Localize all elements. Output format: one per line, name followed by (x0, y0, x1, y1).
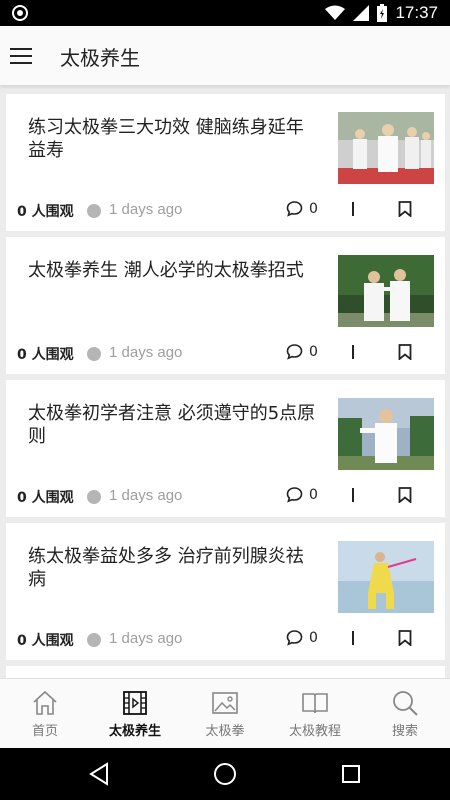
comment-button[interactable]: 0 (286, 343, 318, 360)
system-navigation-bar (0, 748, 450, 800)
timestamp: 1 days ago (109, 344, 183, 361)
bookmark-icon (398, 487, 412, 504)
nav-item-search[interactable]: 搜索 (360, 679, 450, 748)
comment-count: 0 (309, 486, 318, 503)
search-icon (393, 691, 418, 716)
app-bar: 太极养生 (0, 26, 450, 86)
divider (352, 202, 354, 216)
comment-icon (286, 487, 303, 503)
bookmark-icon (398, 344, 412, 361)
article-card-partial[interactable] (6, 666, 445, 678)
nav-item-taichi-health[interactable]: 太极养生 (90, 679, 180, 748)
article-card[interactable]: 太极拳养生 潮人必学的太极拳招式 0 人围观 1 days ago 0 (6, 237, 445, 374)
article-thumbnail[interactable] (338, 112, 434, 184)
nav-label: 太极拳 (205, 724, 245, 739)
article-card[interactable]: 太极拳初学者注意 必须遵守的5点原则 0 人围观 1 days ago 0 (6, 380, 445, 517)
article-meta: 0 人围观 1 days ago 0 (6, 201, 445, 221)
article-thumbnail[interactable] (338, 541, 434, 613)
article-thumbnail[interactable] (338, 398, 434, 470)
nav-item-home[interactable]: 首页 (0, 679, 90, 748)
timestamp: 1 days ago (109, 201, 183, 218)
avatar-dot (87, 204, 101, 218)
comment-count: 0 (309, 629, 318, 646)
avatar-dot (87, 347, 101, 361)
divider (352, 488, 354, 502)
taichi-sword-photo (338, 541, 434, 613)
article-feed[interactable]: 练习太极拳三大功效 健脑练身延年益寿 0 人围观 1 days ago 0 太极… (0, 86, 450, 678)
nav-item-taichi-tutorial[interactable]: 太极教程 (270, 679, 360, 748)
article-meta: 0 人围观 1 days ago 0 (6, 487, 445, 507)
view-count: 0 人围观 (17, 204, 74, 220)
recents-icon[interactable] (341, 762, 361, 786)
view-count: 0 人围观 (17, 347, 74, 363)
nav-item-taichi-quan[interactable]: 太极拳 (180, 679, 270, 748)
comment-button[interactable]: 0 (286, 629, 318, 646)
article-card[interactable]: 练习太极拳三大功效 健脑练身延年益寿 0 人围观 1 days ago 0 (6, 94, 445, 231)
timestamp: 1 days ago (109, 630, 183, 647)
article-title[interactable]: 太极拳初学者注意 必须遵守的5点原则 (28, 402, 320, 448)
avatar-dot (87, 633, 101, 647)
bookmark-button[interactable] (398, 201, 412, 221)
battery-icon (377, 4, 388, 22)
comment-icon (286, 344, 303, 360)
book-icon (302, 693, 328, 714)
comment-count: 0 (309, 200, 318, 217)
view-count: 0 人围观 (17, 633, 74, 649)
menu-button[interactable] (10, 44, 34, 68)
article-meta: 0 人围观 1 days ago 0 (6, 630, 445, 650)
divider (352, 345, 354, 359)
nav-label: 搜索 (391, 724, 418, 739)
article-thumbnail[interactable] (338, 255, 434, 327)
article-meta: 0 人围观 1 days ago 0 (6, 344, 445, 364)
bookmark-icon (398, 630, 412, 647)
timestamp: 1 days ago (109, 487, 183, 504)
notification-icon (12, 5, 28, 21)
article-title[interactable]: 太极拳养生 潮人必学的太极拳招式 (28, 259, 320, 282)
comment-icon (286, 201, 303, 217)
page-title: 太极养生 (60, 46, 140, 70)
nav-label: 首页 (31, 724, 58, 739)
comment-button[interactable]: 0 (286, 200, 318, 217)
film-icon (123, 691, 147, 715)
taichi-pair-photo (338, 255, 434, 327)
home-circle-icon[interactable] (213, 762, 237, 786)
bookmark-icon (398, 201, 412, 218)
bottom-navigation: 首页 太极养生 太极拳 太极教程 搜索 (0, 678, 450, 748)
article-title[interactable]: 练太极拳益处多多 治疗前列腺炎祛病 (28, 545, 320, 591)
nav-label: 太极养生 (108, 724, 161, 739)
view-count: 0 人围观 (17, 490, 74, 506)
article-title[interactable]: 练习太极拳三大功效 健脑练身延年益寿 (28, 116, 320, 162)
comment-count: 0 (309, 343, 318, 360)
status-time: 17:37 (395, 3, 438, 22)
wifi-icon (325, 5, 346, 20)
article-card[interactable]: 练太极拳益处多多 治疗前列腺炎祛病 0 人围观 1 days ago 0 (6, 523, 445, 660)
status-icons: 17:37 (325, 3, 438, 23)
taichi-master-photo (338, 398, 434, 470)
bookmark-button[interactable] (398, 344, 412, 364)
taichi-group-photo (338, 112, 434, 184)
divider (352, 631, 354, 645)
signal-icon (353, 5, 370, 21)
avatar-dot (87, 490, 101, 504)
comment-button[interactable]: 0 (286, 486, 318, 503)
image-icon (212, 692, 238, 714)
back-icon[interactable] (88, 762, 110, 786)
nav-label: 太极教程 (288, 724, 341, 739)
home-icon (33, 690, 57, 715)
bookmark-button[interactable] (398, 487, 412, 507)
status-bar: 17:37 (0, 0, 450, 26)
bookmark-button[interactable] (398, 630, 412, 650)
comment-icon (286, 630, 303, 646)
